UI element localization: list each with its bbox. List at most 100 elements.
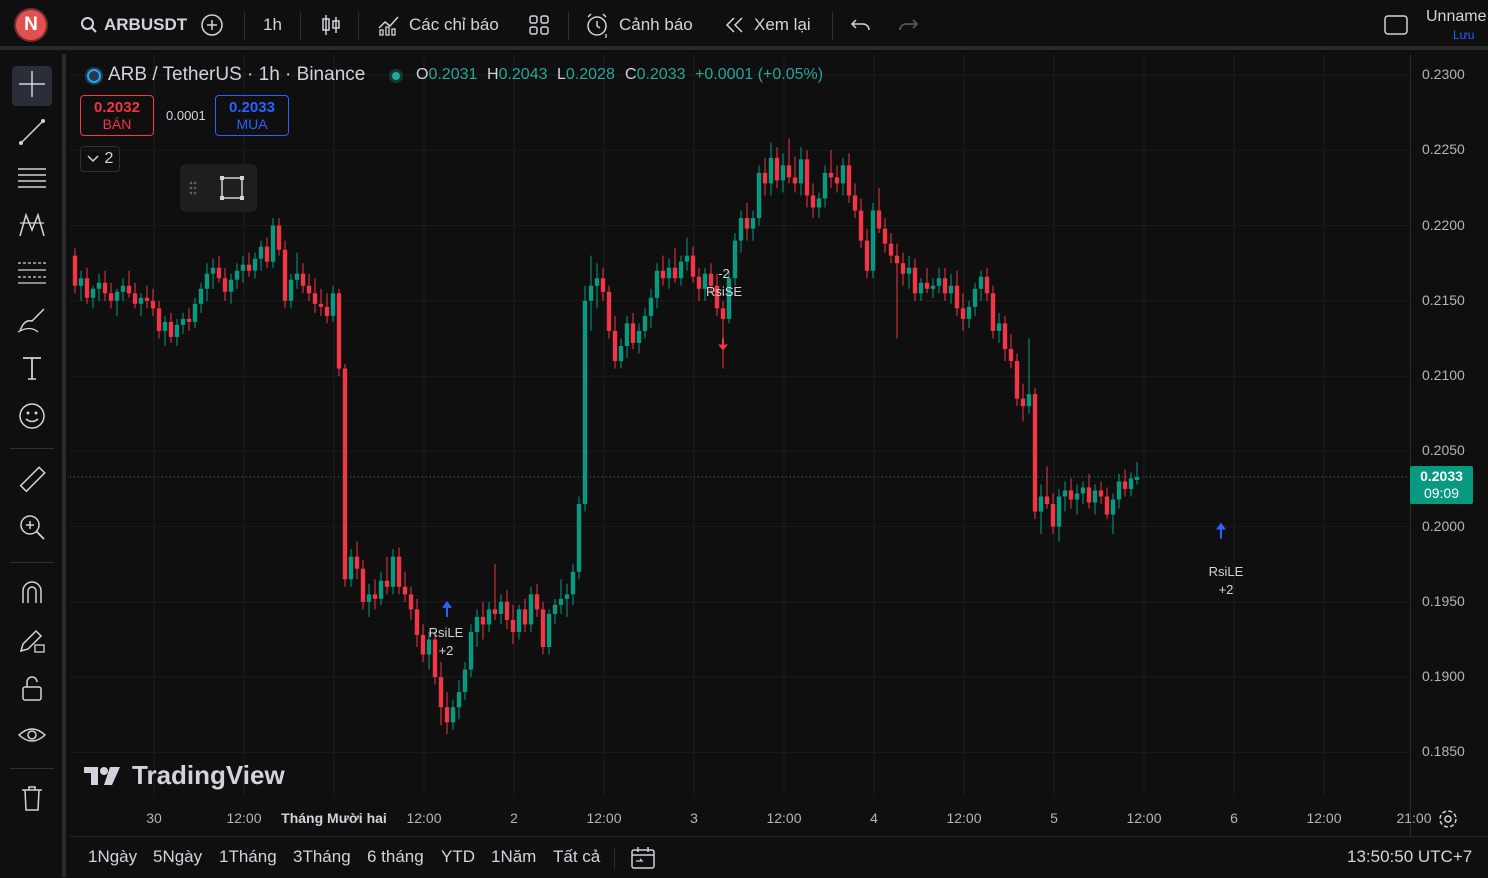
magnet-tool[interactable]	[12, 574, 52, 614]
candle-body	[570, 571, 576, 595]
candle-body	[1122, 481, 1128, 489]
signal-label-short: -2 RsiSE	[705, 266, 743, 299]
candle-body	[90, 288, 96, 298]
candle-body	[834, 177, 840, 184]
candle-body	[600, 278, 606, 292]
indicators-collapse-toggle[interactable]: 2	[80, 146, 120, 172]
lock-drawing-mode-tool[interactable]	[12, 622, 52, 662]
candle-body	[1008, 348, 1014, 362]
crosshair-tool[interactable]	[12, 66, 52, 106]
candle-body	[96, 282, 102, 289]
buy-button[interactable]: 0.2033 MUA	[215, 95, 289, 136]
chart-settings-icon[interactable]	[1437, 808, 1459, 835]
range-6m[interactable]: 6 tháng	[367, 847, 424, 867]
candle-body	[768, 157, 774, 184]
candle-body	[720, 308, 726, 319]
candle-body	[330, 293, 336, 316]
candle-body	[444, 707, 450, 723]
candle-body	[750, 218, 756, 229]
candle-body	[804, 159, 810, 196]
user-avatar[interactable]: N	[14, 8, 48, 42]
candle-body	[210, 267, 216, 274]
interval-button[interactable]: 1h	[263, 0, 282, 50]
candle-body	[648, 297, 654, 316]
text-icon	[18, 353, 46, 388]
zoom-tool[interactable]	[12, 509, 52, 549]
fib-tool[interactable]	[12, 254, 52, 294]
price-tick-label: 0.2250	[1422, 141, 1465, 158]
goto-date-icon[interactable]	[630, 846, 656, 875]
horizontal-lines-tool[interactable]	[12, 160, 52, 200]
alerts-button[interactable]: Cảnh báo	[585, 0, 693, 50]
layouts-button[interactable]	[528, 0, 550, 50]
separator	[244, 12, 245, 40]
candle-body	[1050, 504, 1056, 527]
symbol-search-button[interactable]: ARBUSDT	[80, 0, 187, 50]
range-1y[interactable]: 1Năm	[491, 847, 536, 867]
sell-button[interactable]: 0.2032 BÁN	[80, 95, 154, 136]
legend-symbol-title[interactable]: ARB / TetherUS · 1h · Binance	[108, 64, 365, 86]
measure-tool[interactable]	[12, 462, 52, 502]
tradingview-logo-icon	[84, 765, 124, 787]
drag-handle-icon[interactable]	[188, 180, 198, 201]
price-tick-label: 0.2200	[1422, 216, 1465, 233]
redo-button[interactable]	[897, 0, 919, 50]
price-scale[interactable]: 0.2300 0.2250 0.2200 0.2150 0.2100 0.2050 0.20…	[1410, 54, 1488, 836]
symbol-name: ARBUSDT	[104, 15, 188, 34]
chart-type-button[interactable]	[320, 0, 342, 50]
candle-body	[660, 270, 666, 279]
price-chart[interactable]	[70, 54, 1410, 836]
compare-symbol-button[interactable]	[200, 0, 224, 50]
save-label: Lưu	[1453, 28, 1475, 42]
range-all[interactable]: Tất cả	[553, 847, 600, 867]
search-icon	[80, 16, 98, 34]
brush-tool[interactable]	[12, 302, 52, 342]
range-5d[interactable]: 5Ngày	[153, 847, 202, 867]
pattern-tool[interactable]	[12, 207, 52, 247]
indicators-button[interactable]: Các chỉ báo	[377, 0, 499, 50]
candle-body	[1056, 496, 1062, 527]
undo-button[interactable]	[850, 0, 872, 50]
legend-close: C0.2033	[625, 66, 686, 83]
emoji-tool[interactable]	[12, 398, 52, 438]
candle-body	[612, 330, 618, 362]
trendline-tool[interactable]	[12, 114, 52, 154]
candle-body	[1080, 487, 1086, 494]
candle-body	[1014, 361, 1020, 399]
candle-body	[276, 225, 282, 250]
candle-body	[348, 556, 354, 580]
candle-body	[504, 601, 510, 620]
candle-body	[1026, 394, 1032, 407]
candle-body	[774, 157, 780, 181]
candle-body	[294, 273, 300, 280]
text-tool[interactable]	[12, 350, 52, 390]
layout-name-button[interactable]: Unname Lưu	[1426, 8, 1488, 46]
lock-all-tool[interactable]	[12, 670, 52, 710]
range-1d[interactable]: 1Ngày	[88, 847, 137, 867]
price-tick-label: 0.2050	[1422, 442, 1465, 459]
clock-timezone[interactable]: 13:50:50 UTC+7	[1347, 847, 1472, 867]
range-1m[interactable]: 1Tháng	[219, 847, 277, 867]
fullscreen-button[interactable]	[1383, 0, 1409, 50]
candle-body	[840, 165, 846, 184]
rectangle-select-icon[interactable]	[218, 174, 246, 207]
candle-body	[456, 692, 462, 708]
candle-body	[636, 330, 642, 343]
candle-body	[1002, 323, 1008, 349]
candle-body	[258, 246, 264, 259]
candle-body	[546, 613, 552, 648]
candle-body	[84, 278, 90, 298]
separator	[10, 768, 54, 769]
candle-body	[846, 165, 852, 196]
range-ytd[interactable]: YTD	[441, 847, 475, 867]
range-3m[interactable]: 3Tháng	[293, 847, 351, 867]
price-tick-label: 0.2000	[1422, 517, 1465, 534]
remove-drawings-tool[interactable]	[12, 780, 52, 820]
replay-button[interactable]: Xem lại	[724, 0, 811, 50]
candle-body	[288, 279, 294, 301]
candle-body	[552, 604, 558, 614]
time-scale[interactable]: 30 12:00 Tháng Mười hai 12:00 2 12:00 3 12:00 4 1…	[70, 800, 1431, 836]
price-tick-label: 0.2150	[1422, 291, 1465, 308]
hide-drawings-tool[interactable]	[12, 717, 52, 757]
separator	[300, 12, 301, 40]
